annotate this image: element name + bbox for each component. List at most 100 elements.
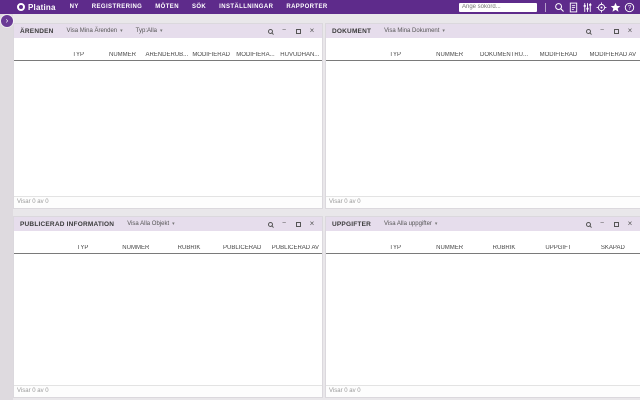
top-navbar: Platina NY REGISTRERING MÖTEN SÖK INSTÄL…: [0, 0, 640, 14]
panel-controls: [584, 27, 634, 35]
navbar-right: ?: [459, 1, 636, 13]
filter-label: Typ:Alla: [135, 28, 157, 34]
favorites-star-icon[interactable]: [608, 1, 622, 13]
column-header[interactable]: HUVUDHAN...: [278, 52, 322, 58]
column-header[interactable]: MODIFIERAD: [531, 52, 585, 58]
filter-label: Visa Mina Dokument: [384, 28, 440, 34]
row-count-status: Visar 0 av 0: [14, 385, 322, 397]
left-sidebar-collapsed: [0, 14, 13, 400]
nav-item-ny[interactable]: NY: [70, 4, 79, 10]
table-header-row: TYP NUMMER RUBRIK UPPGIFT SKAPAD: [326, 242, 640, 254]
panel-title: ÄRENDEN: [20, 27, 54, 35]
column-header[interactable]: TYP: [56, 52, 100, 58]
panel-title: UPPGIFTER: [332, 220, 371, 228]
close-icon[interactable]: [626, 27, 634, 35]
column-header[interactable]: RUBRIK: [477, 245, 531, 251]
table-header-row: TYP NUMMER RUBRIK PUBLICERAD PUBLICERAD …: [14, 242, 322, 254]
row-count-status: Visar 0 av 0: [326, 196, 640, 208]
filter-visa-mina-arenden[interactable]: Visa Mina Ärenden: [67, 28, 123, 34]
chevron-down-icon: [442, 29, 445, 34]
chevron-right-icon: [6, 17, 9, 25]
row-count-status: Visar 0 av 0: [326, 385, 640, 397]
brand-name: Platina: [28, 2, 56, 12]
nav-item-moten[interactable]: MÖTEN: [155, 4, 179, 10]
settings-icon[interactable]: [594, 1, 608, 13]
panel-controls: [266, 220, 316, 228]
help-icon[interactable]: ?: [622, 1, 636, 13]
app-logo[interactable]: Platina: [17, 3, 56, 12]
table-header-row: TYP NUMMER ÄRENDERUB... MODIFIERAD MODIF…: [14, 49, 322, 61]
column-header[interactable]: NUMMER: [109, 245, 162, 251]
column-header[interactable]: TYP: [368, 245, 422, 251]
column-header[interactable]: UPPGIFT: [531, 245, 585, 251]
close-icon[interactable]: [308, 27, 316, 35]
chevron-down-icon: [435, 222, 438, 227]
filter-typ-alla[interactable]: Typ:Alla: [136, 28, 163, 34]
close-icon[interactable]: [308, 220, 316, 228]
minimize-icon[interactable]: [280, 220, 288, 228]
maximize-icon[interactable]: [612, 27, 620, 35]
minimize-icon[interactable]: [598, 220, 606, 228]
column-header[interactable]: NUMMER: [422, 52, 476, 58]
column-header[interactable]: PUBLICERAD: [216, 245, 269, 251]
filter-label: Visa Mina Ärenden: [66, 28, 118, 34]
panel-arenden: ÄRENDEN Visa Mina Ärenden Typ:Alla TYP N…: [14, 24, 322, 208]
filter-label: Visa Alla uppgifter: [384, 221, 432, 227]
minimize-icon[interactable]: [598, 27, 606, 35]
minimize-icon[interactable]: [280, 27, 288, 35]
table-empty-body: [326, 61, 640, 196]
column-header[interactable]: MODIFIERA...: [233, 52, 277, 58]
table-empty-body: [14, 254, 322, 385]
maximize-icon[interactable]: [294, 27, 302, 35]
column-header[interactable]: PUBLICERAD AV: [269, 245, 322, 251]
filter-label: Visa Alla Objekt: [127, 221, 170, 227]
maximize-icon[interactable]: [294, 220, 302, 228]
chevron-down-icon: [120, 29, 123, 34]
panel-publicerad-header: PUBLICERAD INFORMATION Visa Alla Objekt: [14, 217, 322, 231]
filter-visa-alla-uppgifter[interactable]: Visa Alla uppgifter: [384, 221, 437, 227]
panel-title: PUBLICERAD INFORMATION: [20, 220, 115, 228]
panel-uppgifter-header: UPPGIFTER Visa Alla uppgifter: [326, 217, 640, 231]
nav-item-rapporter[interactable]: RAPPORTER: [286, 4, 327, 10]
divider: [545, 2, 546, 12]
maximize-icon[interactable]: [612, 220, 620, 228]
column-header[interactable]: MODIFIERAD AV: [586, 52, 640, 58]
column-header[interactable]: TYP: [56, 245, 109, 251]
svg-text:?: ?: [627, 4, 631, 11]
panel-title: DOKUMENT: [332, 27, 372, 35]
table-empty-body: [326, 254, 640, 385]
panel-search-icon[interactable]: [266, 27, 274, 35]
column-header[interactable]: TYP: [368, 52, 422, 58]
column-header[interactable]: SKAPAD: [586, 245, 640, 251]
table-empty-body: [14, 61, 322, 196]
nav-item-registrering[interactable]: REGISTRERING: [92, 4, 142, 10]
column-header[interactable]: RUBRIK: [162, 245, 215, 251]
chevron-down-icon: [172, 222, 175, 227]
nav-item-installningar[interactable]: INSTÄLLNINGAR: [219, 4, 273, 10]
nav-item-sok[interactable]: SÖK: [192, 4, 206, 10]
panel-search-icon[interactable]: [266, 220, 274, 228]
filter-sliders-icon[interactable]: [580, 1, 594, 13]
panel-arenden-header: ÄRENDEN Visa Mina Ärenden Typ:Alla: [14, 24, 322, 38]
column-header[interactable]: MODIFIERAD: [189, 52, 233, 58]
column-header[interactable]: NUMMER: [100, 52, 144, 58]
global-search-input[interactable]: [459, 2, 537, 12]
search-icon[interactable]: [552, 1, 566, 13]
column-header[interactable]: NUMMER: [422, 245, 476, 251]
platina-logo-icon: [17, 3, 25, 11]
report-icon[interactable]: [566, 1, 580, 13]
row-count-status: Visar 0 av 0: [14, 196, 322, 208]
filter-visa-alla-objekt[interactable]: Visa Alla Objekt: [127, 221, 174, 227]
close-icon[interactable]: [626, 220, 634, 228]
panel-search-icon[interactable]: [584, 27, 592, 35]
column-header[interactable]: ÄRENDERUB...: [145, 52, 189, 58]
panel-search-icon[interactable]: [584, 220, 592, 228]
column-header[interactable]: DOKUMENTRU...: [477, 52, 531, 58]
panel-controls: [584, 220, 634, 228]
panel-publicerad-information: PUBLICERAD INFORMATION Visa Alla Objekt …: [14, 217, 322, 397]
chevron-down-icon: [160, 29, 163, 34]
filter-visa-mina-dokument[interactable]: Visa Mina Dokument: [384, 28, 445, 34]
table-header-row: TYP NUMMER DOKUMENTRU... MODIFIERAD MODI…: [326, 49, 640, 61]
main-menu: NY REGISTRERING MÖTEN SÖK INSTÄLLNINGAR …: [70, 4, 328, 10]
sidebar-toggle-button[interactable]: [1, 15, 13, 27]
